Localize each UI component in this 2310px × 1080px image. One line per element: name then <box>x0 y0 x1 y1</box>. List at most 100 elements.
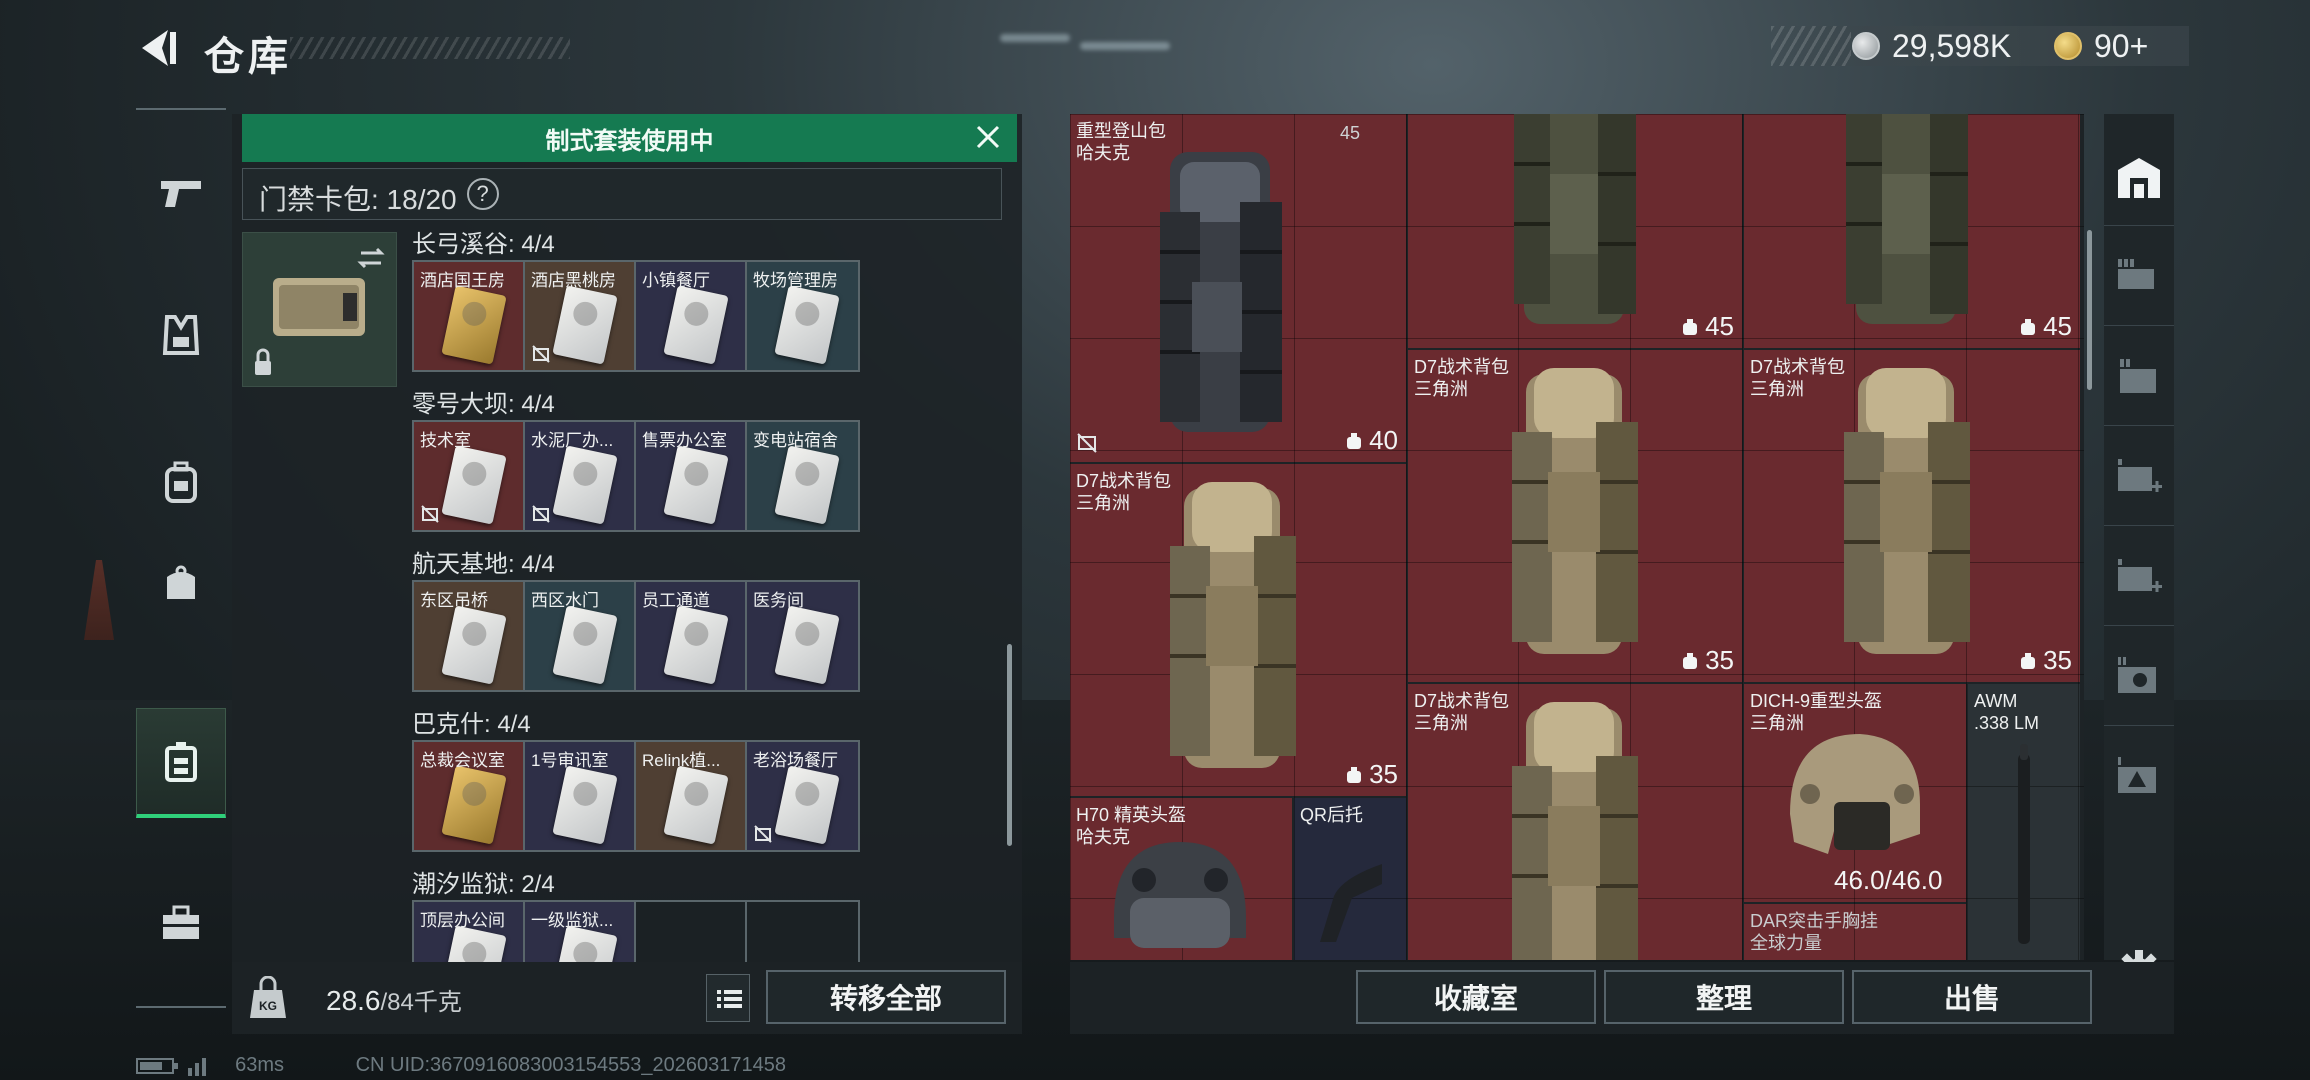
close-icon[interactable] <box>973 122 1003 152</box>
gold-currency-value[interactable]: 90+ <box>2094 28 2148 65</box>
key-card[interactable]: 老浴场餐厅 <box>747 742 858 850</box>
storage-settings-icon <box>2118 656 2156 693</box>
storage-add-icon <box>2118 558 2162 592</box>
partial-capacity-value: 45 <box>1340 123 1361 143</box>
partial-top-capacity: 45 <box>1340 114 1360 144</box>
key-card[interactable]: 小镇餐厅 <box>636 262 747 370</box>
keycard-image <box>774 605 840 685</box>
item-capacity: 45 <box>2018 311 2072 342</box>
key-card[interactable]: Relink植... <box>636 742 747 850</box>
collection-room-button[interactable]: 收藏室 <box>1356 970 1596 1024</box>
backpack-image <box>1514 114 1636 324</box>
capacity-value: 35 <box>1369 759 1398 789</box>
storage-warning-icon <box>2118 757 2156 793</box>
key-card-label: 变电站宿舍 <box>753 431 838 450</box>
capacity-value: 45 <box>2043 311 2072 341</box>
page-title: 仓库 <box>204 35 292 79</box>
nav-weapon[interactable] <box>136 138 226 248</box>
item-d7-backpack-2[interactable]: D7战术背包 三角洲 35 <box>1408 350 1742 682</box>
key-card-label: Relink植... <box>642 751 721 770</box>
item-capacity: 35 <box>1680 645 1734 676</box>
item-d7-backpack-3[interactable]: D7战术背包 三角洲 35 <box>1744 350 2080 682</box>
item-awm-ammo[interactable]: AWM .338 LM <box>1968 684 2080 960</box>
rail-slot-2[interactable] <box>2104 328 2174 426</box>
kg-label: KG <box>259 999 277 1013</box>
key-card-label: 顶层办公间 <box>420 911 505 930</box>
keycard-image <box>774 445 840 525</box>
item-heavy-backpack[interactable]: 重型登山包 哈夫克 40 <box>1070 114 1406 462</box>
location-title: 零号大坝: 4/4 <box>412 391 555 418</box>
key-card[interactable]: 技术室 <box>414 422 525 530</box>
weight-bag-icon: KG <box>250 976 286 1018</box>
rail-slot-3[interactable] <box>2104 428 2174 526</box>
rail-slot-4[interactable] <box>2104 528 2174 626</box>
key-card[interactable]: 酒店国王房 <box>414 262 525 370</box>
key-card[interactable]: 医务间 <box>747 582 858 690</box>
capacity-value: 35 <box>2043 645 2072 675</box>
key-card[interactable]: 牧场管理房 <box>747 262 858 370</box>
key-card-label: 售票办公室 <box>642 431 727 450</box>
item-d7-backpack-4[interactable]: D7战术背包 三角洲 <box>1408 684 1742 960</box>
key-card-list[interactable]: 长弓溪谷: 4/4 酒店国王房 酒店黑桃房 小镇餐厅 牧场管理房 零号大坝: 4/4 技术室… <box>412 224 1002 1074</box>
organize-button[interactable]: 整理 <box>1604 970 1844 1024</box>
item-green-backpack-2[interactable]: 45 <box>1744 114 2080 348</box>
item-name: 重型登山包 哈夫克 <box>1076 121 1166 163</box>
item-durability: 46.0/46.0 <box>1834 865 1943 895</box>
list-view-button[interactable] <box>706 974 750 1022</box>
no-trade-icon <box>754 825 772 843</box>
item-dich9-helmet[interactable]: DICH-9重型头盔 三角洲 46.0/46.0 <box>1744 684 1966 902</box>
key-card[interactable]: 西区水门 <box>525 582 636 690</box>
inventory-scrollbar[interactable] <box>2087 230 2092 390</box>
rail-slot-5[interactable] <box>2104 628 2174 726</box>
transfer-all-button[interactable]: 转移全部 <box>766 970 1006 1024</box>
key-case-slot[interactable] <box>242 232 397 387</box>
nav-toolbox[interactable] <box>136 868 226 978</box>
keycard-image <box>774 765 840 845</box>
key-list-scrollbar[interactable] <box>1007 644 1012 846</box>
item-dar-chest-rig[interactable]: DAR突击手胸挂 全球力量 <box>1744 904 1966 960</box>
backpack-image <box>1512 702 1638 960</box>
rail-warehouse[interactable] <box>2104 128 2174 226</box>
keycard-image <box>663 445 729 525</box>
key-card[interactable]: 东区吊桥 <box>414 582 525 690</box>
keycard-image <box>774 285 840 365</box>
battery-icon <box>136 1057 178 1074</box>
key-card[interactable]: 1号审讯室 <box>525 742 636 850</box>
back-arrow-icon[interactable] <box>136 24 180 72</box>
key-card-label: 一级监狱... <box>531 911 614 930</box>
location-title: 长弓溪谷: 4/4 <box>412 231 555 258</box>
key-card[interactable]: 售票办公室 <box>636 422 747 530</box>
sell-button[interactable]: 出售 <box>1852 970 2092 1024</box>
item-qr-stock[interactable]: QR后托 <box>1294 798 1406 960</box>
key-card-label: 总裁会议室 <box>420 751 505 770</box>
item-green-backpack-1[interactable]: 45 <box>1408 114 1742 348</box>
item-name: AWM .338 LM <box>1974 691 2040 733</box>
backpack-icon <box>165 461 197 503</box>
warehouse-grid[interactable]: 45 重型登山包 哈夫克 40 45 45 D7战术背包 三角洲 35 D7战术… <box>1070 114 2084 960</box>
item-name: DICH-9重型头盔 三角洲 <box>1750 691 1883 733</box>
left-footer: KG 28.6/84千克 转移全部 <box>232 962 1022 1034</box>
keycard-image <box>663 285 729 365</box>
rail-slot-6[interactable] <box>2104 728 2174 826</box>
key-card[interactable]: 水泥厂办... <box>525 422 636 530</box>
keycard-image <box>552 605 618 685</box>
help-icon[interactable]: ? <box>466 178 499 210</box>
gold-coin-icon <box>2054 32 2082 60</box>
nav-backpack[interactable] <box>136 428 226 538</box>
item-name: H70 精英头盔 哈夫克 <box>1076 805 1187 847</box>
item-h70-helmet[interactable]: H70 精英头盔 哈夫克 <box>1070 798 1292 960</box>
key-card-label: 医务间 <box>753 591 804 610</box>
weight-value: 28.6/84千克 <box>326 982 462 1017</box>
key-card-label: 东区吊桥 <box>420 591 488 610</box>
nav-key-case[interactable] <box>136 708 226 818</box>
key-card[interactable]: 变电站宿舍 <box>747 422 858 530</box>
rail-slot-1[interactable] <box>2104 228 2174 326</box>
key-card-row: 总裁会议室 1号审讯室 Relink植... 老浴场餐厅 <box>412 740 860 852</box>
nav-armor[interactable] <box>136 280 226 390</box>
key-card[interactable]: 总裁会议室 <box>414 742 525 850</box>
key-card[interactable]: 员工通道 <box>636 582 747 690</box>
key-card[interactable]: 酒店黑桃房 <box>525 262 636 370</box>
key-card-row: 技术室 水泥厂办... 售票办公室 变电站宿舍 <box>412 420 860 532</box>
item-d7-backpack-1[interactable]: D7战术背包 三角洲 35 <box>1070 464 1406 796</box>
nav-pouch[interactable] <box>136 528 226 638</box>
